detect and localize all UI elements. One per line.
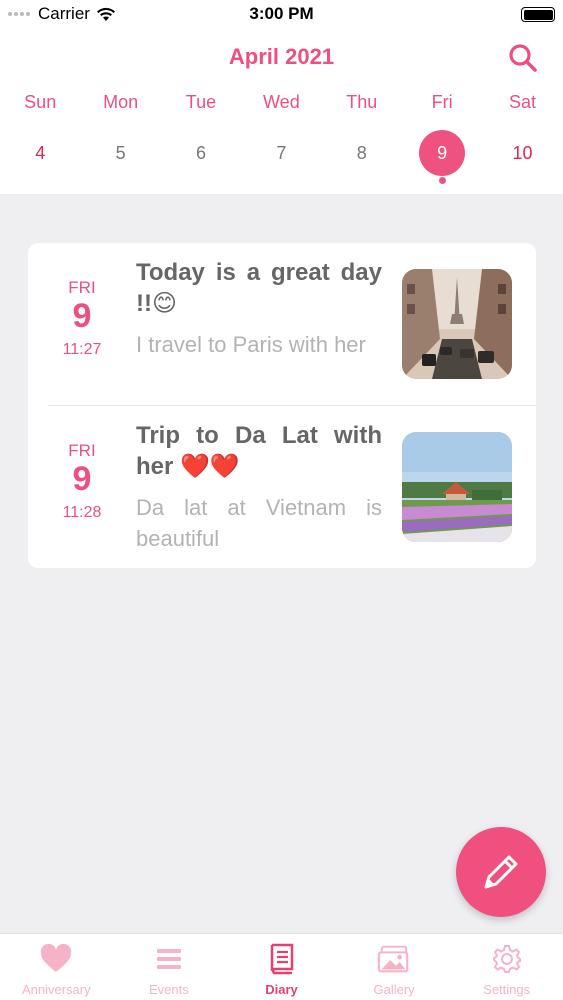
- entry-time: 11:27: [62, 341, 102, 358]
- entry-thumbnail-dalat: [402, 432, 512, 542]
- entry-date: FRI 9 11:28: [28, 442, 136, 522]
- tab-label: Gallery: [373, 982, 415, 997]
- list-icon: [156, 949, 181, 969]
- entry-date: FRI 9 11:27: [28, 279, 136, 359]
- selected-date: 9: [419, 130, 466, 176]
- tab-bar: Anniversary Events Diary Gallery Setting…: [0, 933, 563, 1000]
- diary-entry[interactable]: FRI 9 11:28 Trip to Da Lat with her ❤️❤️…: [28, 406, 536, 568]
- status-bar: Carrier 3:00 PM: [0, 0, 563, 30]
- weekday-label: Sun: [24, 92, 57, 112]
- new-entry-button[interactable]: [456, 827, 546, 917]
- date-cell[interactable]: 6: [161, 128, 241, 178]
- has-entry-dot: [438, 177, 446, 184]
- date-row: 4 5 6 7 8 9 10: [0, 128, 563, 184]
- gear-icon: [492, 945, 521, 973]
- entry-title: Today is a great day !!😊: [136, 259, 382, 317]
- tab-settings[interactable]: Settings: [450, 934, 563, 1000]
- heart-icon: [41, 944, 72, 972]
- entry-time: 11:28: [62, 504, 102, 521]
- gallery-icon: [377, 945, 409, 973]
- date-cell-selected[interactable]: 9: [402, 128, 482, 184]
- entry-thumbnail-paris: [402, 269, 512, 379]
- tab-diary[interactable]: Diary: [225, 934, 338, 1000]
- date-cell[interactable]: 8: [322, 128, 402, 178]
- entry-day: 9: [72, 460, 92, 498]
- weekday-row: Sun Mon Tue Wed Thu Fri Sat: [0, 92, 563, 113]
- entry-weekday: FRI: [68, 441, 96, 460]
- tab-anniversary[interactable]: Anniversary: [0, 934, 113, 1000]
- entry-body: Da lat at Vietnam is beautiful: [136, 495, 382, 551]
- status-time: 3:00 PM: [249, 4, 314, 23]
- entry-weekday: FRI: [68, 278, 96, 297]
- diary-list: FRI 9 11:27 Today is a great day !!😊 I t…: [28, 243, 536, 568]
- book-icon: [271, 943, 294, 975]
- tab-label: Anniversary: [21, 982, 91, 997]
- date-cell[interactable]: 7: [241, 128, 321, 178]
- entry-body: I travel to Paris with her: [136, 332, 366, 357]
- weekday-label: Wed: [263, 92, 300, 112]
- date-cell[interactable]: 5: [80, 128, 160, 178]
- tab-gallery[interactable]: Gallery: [338, 934, 451, 1000]
- weekday-label: Thu: [346, 92, 378, 112]
- month-title[interactable]: April 2021: [0, 44, 563, 70]
- calendar-header: April 2021 Sun Mon Tue Wed Thu Fri Sat 4…: [0, 30, 563, 194]
- date-cell[interactable]: 4: [0, 128, 80, 178]
- entry-day: 9: [72, 297, 92, 335]
- weekday-label: Tue: [185, 92, 217, 112]
- tab-label: Diary: [265, 982, 298, 997]
- pencil-icon: [484, 855, 518, 889]
- date-cell[interactable]: 10: [482, 128, 562, 178]
- tab-events[interactable]: Events: [113, 934, 226, 1000]
- entry-text: Today is a great day !!😊 I travel to Par…: [136, 257, 382, 360]
- weekday-label: Mon: [103, 92, 139, 112]
- battery-icon: [521, 7, 555, 22]
- weekday-label: Sat: [509, 92, 537, 112]
- entry-text: Trip to Da Lat with her ❤️❤️ Da lat at V…: [136, 420, 382, 554]
- weekday-label: Fri: [431, 92, 453, 112]
- search-icon[interactable]: [507, 42, 539, 74]
- tab-label: Events: [149, 982, 189, 997]
- diary-entry[interactable]: FRI 9 11:27 Today is a great day !!😊 I t…: [28, 243, 536, 405]
- entry-title: Trip to Da Lat with her ❤️❤️: [136, 422, 382, 480]
- tab-label: Settings: [483, 982, 531, 997]
